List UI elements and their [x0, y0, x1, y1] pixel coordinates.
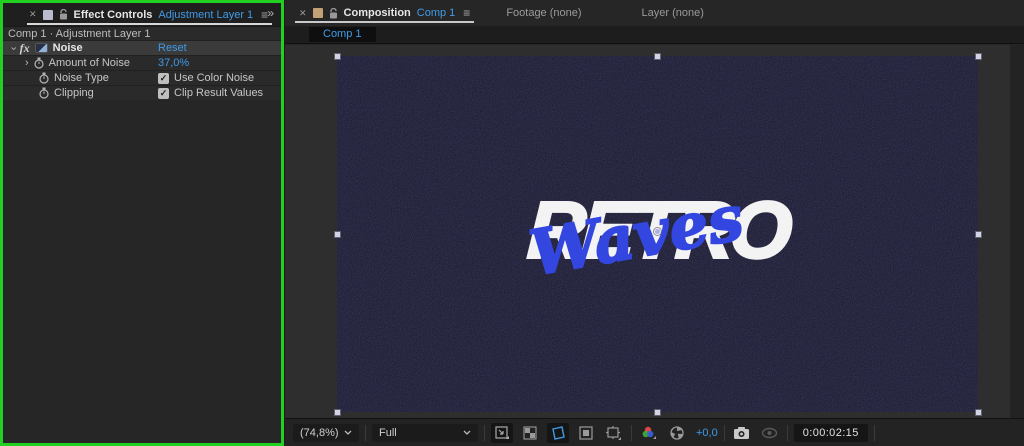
unlock-icon[interactable]	[59, 9, 68, 20]
effect-thumbnail-icon	[35, 43, 48, 53]
mask-path-icon	[550, 425, 566, 441]
layer-anchor-point[interactable]	[654, 228, 661, 235]
active-tab-underline	[295, 21, 474, 23]
unlock-icon[interactable]	[329, 8, 338, 19]
toolbar-divider	[631, 425, 632, 441]
effect-controls-tabbar: ✕ Effect Controls Adjustment Layer 1 ≡ »	[3, 3, 281, 26]
composition-canvas[interactable]: RETRO Waves	[337, 56, 978, 412]
property-value[interactable]: 37,0%	[158, 57, 189, 69]
tab-effect-controls[interactable]: ✕ Effect Controls Adjustment Layer 1 ≡	[3, 3, 274, 26]
close-icon[interactable]: ✕	[29, 9, 37, 20]
panel-title: Composition	[344, 7, 411, 19]
fx-badge-icon[interactable]: fx	[20, 41, 30, 56]
property-label: Amount of Noise	[49, 57, 130, 69]
view-layout-button[interactable]	[603, 423, 625, 443]
checkbox-checked[interactable]: ✓	[158, 73, 169, 84]
current-time-field[interactable]: 0:00:02:15	[794, 424, 868, 442]
tab-layer[interactable]: Layer (none)	[612, 7, 734, 19]
checkerboard-icon	[522, 425, 538, 441]
breadcrumb: Comp 1 · Adjustment Layer 1	[3, 26, 281, 40]
panel-target-comp: Comp 1	[417, 7, 456, 19]
effect-row-noise[interactable]: › fx Noise Reset	[3, 40, 281, 55]
toolbar-divider	[874, 425, 875, 441]
channel-settings-button[interactable]	[638, 423, 660, 443]
camera-icon	[733, 426, 750, 440]
toolbar-divider	[484, 425, 485, 441]
after-effects-window: ✕ Effect Controls Adjustment Layer 1 ≡ »…	[0, 0, 1024, 446]
viewer-right-gutter	[1010, 45, 1024, 418]
selection-handle[interactable]	[334, 53, 341, 60]
panel-target-layer: Adjustment Layer 1	[158, 9, 253, 21]
panel-expand-icon[interactable]: »	[267, 6, 273, 20]
rgb-channels-icon	[640, 425, 658, 441]
property-label: Noise Type	[54, 72, 109, 84]
stopwatch-icon[interactable]	[39, 87, 49, 99]
property-label: Clipping	[54, 87, 94, 99]
region-of-interest-icon	[578, 425, 594, 441]
selection-handle[interactable]	[654, 409, 661, 416]
viewer-doc-tabs: Comp 1	[285, 26, 1024, 44]
stopwatch-icon[interactable]	[34, 57, 44, 69]
resolution-dropdown[interactable]: Full	[372, 424, 478, 442]
checkbox-label: Clip Result Values	[174, 87, 263, 99]
tab-composition[interactable]: ✕ Composition Comp 1 ≡	[285, 0, 476, 26]
expand-chevron-icon[interactable]: ›	[25, 58, 29, 69]
region-of-interest-button[interactable]	[575, 423, 597, 443]
exposure-button[interactable]	[666, 423, 688, 443]
checkbox-label: Use Color Noise	[174, 72, 254, 84]
grid-options-button[interactable]	[491, 423, 513, 443]
collapse-chevron-icon[interactable]: ›	[7, 46, 18, 50]
grid-options-icon	[494, 425, 510, 441]
effect-controls-empty-area	[6, 107, 278, 440]
resolution-value: Full	[379, 427, 397, 439]
magnification-value: (74,8%)	[300, 427, 339, 439]
property-row-noise-type[interactable]: Noise Type ✓ Use Color Noise	[3, 70, 281, 85]
panel-menu-icon[interactable]: ≡	[463, 6, 470, 20]
exposure-value[interactable]: +0,0	[696, 427, 718, 439]
aperture-icon	[669, 425, 685, 441]
tab-footage[interactable]: Footage (none)	[476, 7, 611, 19]
selection-handle[interactable]	[334, 231, 341, 238]
mask-visibility-button[interactable]	[547, 423, 569, 443]
viewer-toolbar: (74,8%) Full	[285, 418, 1024, 446]
effect-controls-panel: ✕ Effect Controls Adjustment Layer 1 ≡ »…	[0, 0, 284, 446]
reset-link[interactable]: Reset	[158, 42, 187, 54]
panel-color-icon	[43, 10, 53, 20]
active-tab-underline	[27, 23, 272, 25]
checkbox-checked[interactable]: ✓	[158, 88, 169, 99]
panel-color-icon	[313, 8, 323, 18]
toolbar-divider	[724, 425, 725, 441]
selection-handle[interactable]	[975, 53, 982, 60]
show-snapshot-icon	[761, 426, 778, 440]
composition-tabbar: ✕ Composition Comp 1 ≡ Footage (none) La…	[285, 0, 1024, 26]
panel-title: Effect Controls	[74, 9, 153, 21]
magnification-dropdown[interactable]: (74,8%)	[293, 424, 359, 442]
selection-handle[interactable]	[334, 409, 341, 416]
selection-handle[interactable]	[975, 231, 982, 238]
take-snapshot-button[interactable]	[731, 423, 753, 443]
close-icon[interactable]: ✕	[299, 8, 307, 19]
chevron-down-icon	[344, 430, 352, 435]
doc-tab-comp1[interactable]: Comp 1	[309, 27, 376, 42]
chevron-down-icon	[463, 430, 471, 435]
selection-handle[interactable]	[654, 53, 661, 60]
show-snapshot-button[interactable]	[759, 423, 781, 443]
composition-viewer[interactable]: RETRO Waves	[285, 45, 1024, 418]
toolbar-divider	[365, 425, 366, 441]
view-layout-icon	[605, 425, 623, 441]
stopwatch-icon[interactable]	[39, 72, 49, 84]
selection-handle[interactable]	[975, 409, 982, 416]
property-row-clipping[interactable]: Clipping ✓ Clip Result Values	[3, 85, 281, 100]
composition-panel: ✕ Composition Comp 1 ≡ Footage (none) La…	[285, 0, 1024, 446]
property-row-amount[interactable]: › Amount of Noise 37,0%	[3, 55, 281, 70]
effect-name[interactable]: Noise	[53, 42, 83, 54]
toolbar-divider	[787, 425, 788, 441]
transparency-grid-button[interactable]	[519, 423, 541, 443]
